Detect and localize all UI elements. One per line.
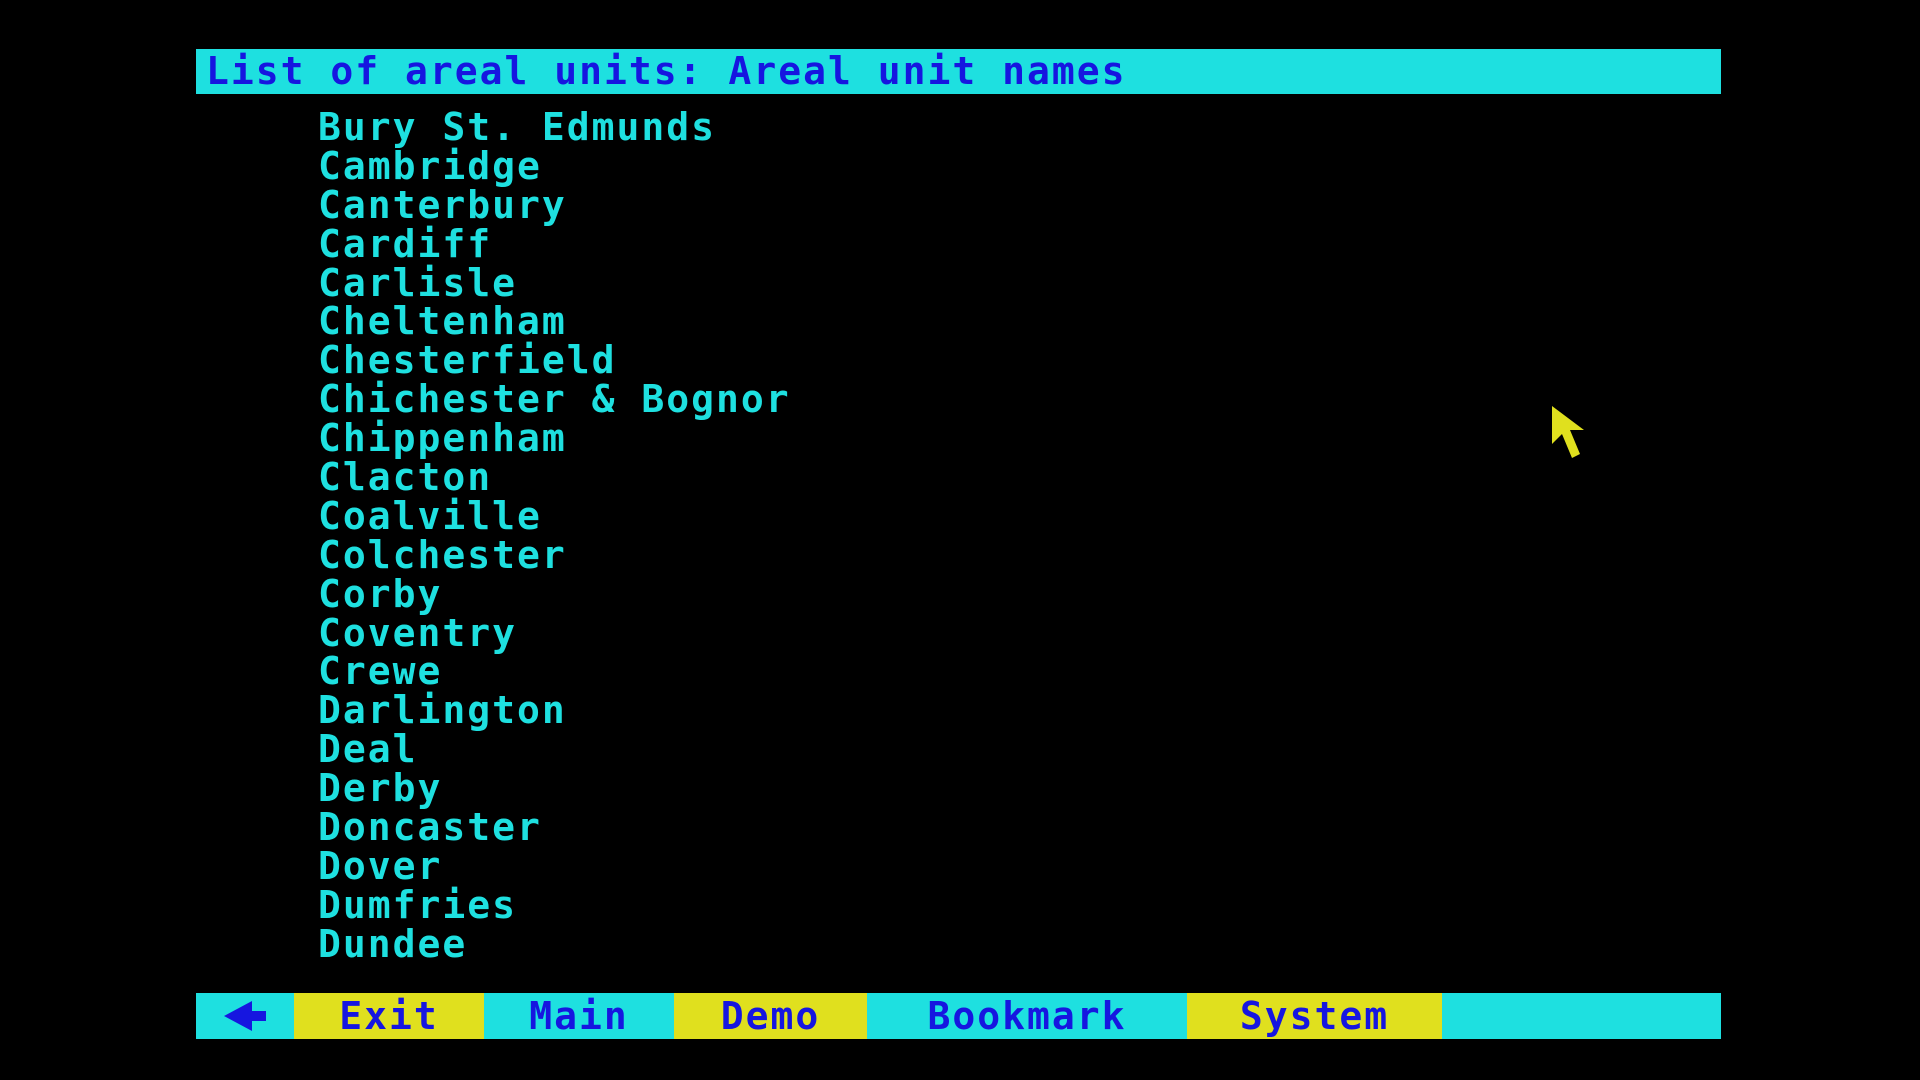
list-item[interactable]: Deal [318, 730, 791, 769]
list-item[interactable]: Cardiff [318, 224, 791, 264]
areal-unit-list: Bury St. Edmunds Cambridge Canterbury Ca… [318, 108, 791, 964]
menu-bar: Exit Main Demo Bookmark System [196, 993, 1721, 1039]
main-button[interactable]: Main [484, 993, 674, 1039]
demo-button[interactable]: Demo [674, 993, 867, 1039]
list-item[interactable]: Corby [318, 574, 791, 614]
list-item[interactable]: Coventry [318, 613, 791, 653]
list-item[interactable]: Bury St. Edmunds [318, 108, 791, 147]
list-item[interactable]: Chippenham [318, 419, 791, 458]
list-item[interactable]: Clacton [318, 458, 791, 497]
list-item[interactable]: Cambridge [318, 146, 791, 186]
left-arrow-icon [224, 1001, 266, 1031]
list-item[interactable]: Canterbury [318, 185, 791, 225]
back-button[interactable] [196, 993, 294, 1039]
list-item[interactable]: Colchester [318, 535, 791, 575]
list-item[interactable]: Crewe [318, 652, 791, 691]
list-item[interactable]: Chichester & Bognor [318, 380, 791, 419]
menu-bar-filler [1442, 993, 1721, 1039]
list-item[interactable]: Carlisle [318, 263, 791, 303]
list-item[interactable]: Coalville [318, 497, 791, 536]
page-title: List of areal units: Areal unit names [196, 49, 1721, 94]
list-item[interactable]: Dundee [318, 924, 791, 964]
list-item[interactable]: Cheltenham [318, 302, 791, 341]
arrow-pointer-icon [1552, 406, 1584, 458]
bookmark-button[interactable]: Bookmark [867, 993, 1187, 1039]
list-item[interactable]: Darlington [318, 691, 791, 730]
list-item[interactable]: Doncaster [318, 808, 791, 847]
list-item[interactable]: Dumfries [318, 885, 791, 925]
system-button[interactable]: System [1187, 993, 1442, 1039]
exit-button[interactable]: Exit [294, 993, 484, 1039]
list-item[interactable]: Derby [318, 769, 791, 808]
list-item[interactable]: Dover [318, 847, 791, 886]
list-item[interactable]: Chesterfield [318, 341, 791, 380]
